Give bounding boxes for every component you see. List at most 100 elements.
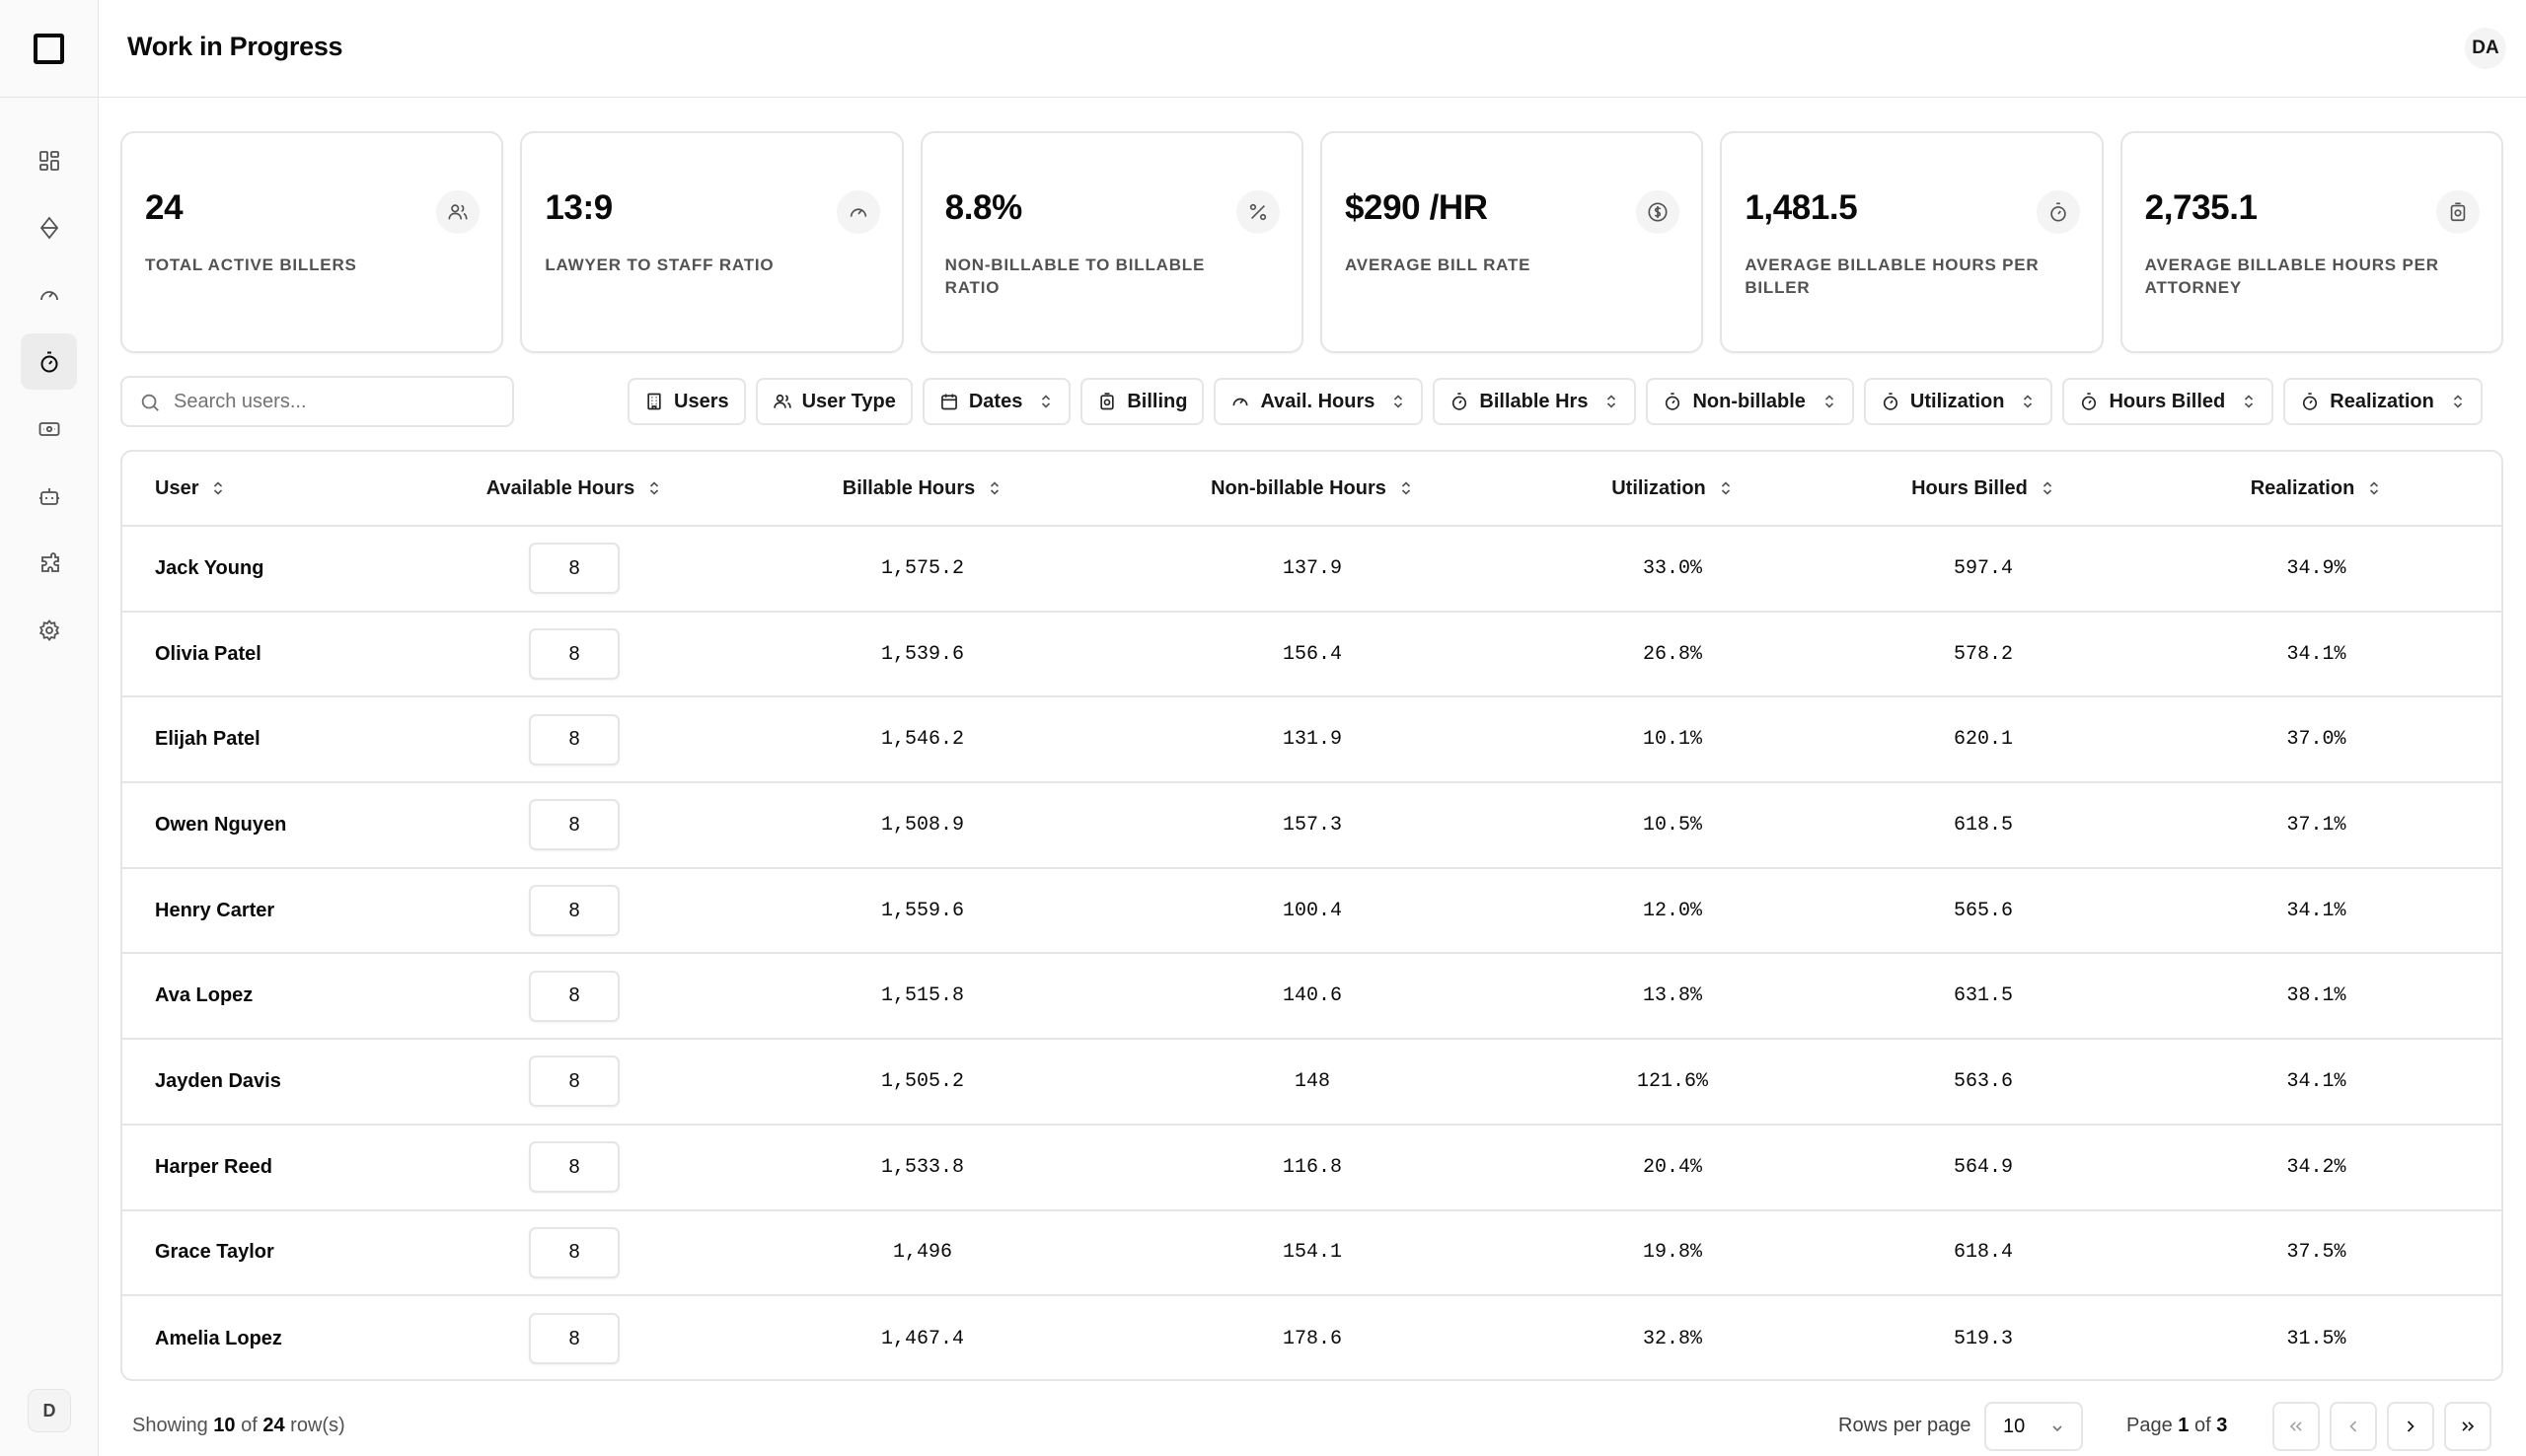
cell-available-hours: 8	[418, 1210, 730, 1296]
stat-card-active-billers: 24 TOTAL ACTIVE BILLERS	[120, 131, 504, 353]
sort-chevrons-icon	[1401, 481, 1410, 495]
cell-non-billable-hours: 154.1	[1282, 1241, 1342, 1265]
sidebar-item-gauge[interactable]	[21, 266, 77, 323]
column-header-billable-hours[interactable]: Billable Hours	[730, 452, 1115, 526]
cell-non-billable-hours: 178.6	[1282, 1327, 1342, 1350]
last-page-button[interactable]	[2444, 1402, 2491, 1451]
cell-realization: 34.9%	[2286, 556, 2346, 580]
cell-billable-hours: 1,467.4	[880, 1327, 964, 1350]
table-row[interactable]: Olivia Patel 8 1,539.6 156.4 26.8% 578.2 34.1%	[122, 611, 2501, 697]
filter-non-billable-button[interactable]: Non-billable	[1646, 378, 1854, 425]
filter-label: Users	[674, 390, 729, 412]
available-hours-input[interactable]: 8	[529, 628, 620, 681]
sort-chevrons-icon	[2245, 395, 2254, 408]
table-row[interactable]: Jayden Davis 8 1,505.2 148 121.6% 563.6 34.1%	[122, 1039, 2501, 1125]
table-row[interactable]: Jack Young 8 1,575.2 137.9 33.0% 597.4 34.9%	[122, 526, 2501, 612]
stat-value: 24	[145, 188, 184, 227]
available-hours-input[interactable]: 8	[529, 713, 620, 765]
cell-hours-billed: 564.9	[1953, 1155, 2013, 1179]
column-header-available-hours[interactable]: Available Hours	[418, 452, 730, 526]
sidebar: D	[0, 0, 99, 1456]
available-hours-input[interactable]: 8	[529, 885, 620, 937]
cell-realization: 38.1%	[2286, 984, 2346, 1008]
column-header-user[interactable]: User	[122, 452, 418, 526]
chevrons-left-icon	[2289, 1421, 2302, 1431]
cell-utilization: 13.8%	[1642, 984, 1702, 1008]
page-title: Work in Progress	[127, 32, 343, 61]
column-header-non-billable-hours[interactable]: Non-billable Hours	[1115, 452, 1510, 526]
settings-icon	[38, 619, 59, 641]
table-row[interactable]: Amelia Lopez 8 1,467.4 178.6 32.8% 519.3 31.5%	[122, 1295, 2501, 1379]
money-icon	[2435, 190, 2480, 234]
timer-icon	[2303, 393, 2318, 410]
table-row[interactable]: Grace Taylor 8 1,496 154.1 19.8% 618.4 37.5%	[122, 1209, 2501, 1296]
timer-icon	[2082, 393, 2097, 410]
cell-hours-billed: 618.4	[1953, 1241, 2013, 1265]
table-row[interactable]: Ava Lopez 8 1,515.8 140.6 13.8% 631.5 38.1%	[122, 953, 2501, 1039]
available-hours-input[interactable]: 8	[529, 1056, 620, 1108]
stat-value: 8.8%	[944, 188, 1023, 227]
filter-avail-hours-button[interactable]: Avail. Hours	[1214, 378, 1424, 425]
sidebar-item-timer[interactable]	[21, 333, 77, 390]
sidebar-item-puzzle[interactable]	[21, 535, 77, 591]
stat-value: 2,735.1	[2144, 188, 2258, 227]
cell-billable-hours: 1,508.9	[880, 813, 964, 837]
stat-cards: 24 TOTAL ACTIVE BILLERS 13:9 LAWYER TO S…	[120, 131, 2503, 353]
filter-realization-button[interactable]: Realization	[2283, 378, 2483, 425]
available-hours-input[interactable]: 8	[529, 1226, 620, 1278]
sort-chevrons-icon	[1042, 395, 1051, 408]
chevron-right-icon	[2407, 1420, 2415, 1432]
table-row[interactable]: Elijah Patel 8 1,546.2 131.9 10.1% 620.1 37.0%	[122, 696, 2501, 782]
sidebar-item-banknote[interactable]	[21, 400, 77, 457]
previous-page-button[interactable]	[2330, 1402, 2377, 1451]
cell-realization: 37.0%	[2286, 728, 2346, 752]
timer-icon	[1666, 393, 1680, 410]
available-hours-input[interactable]: 8	[529, 543, 620, 595]
user-avatar[interactable]: DA	[2465, 28, 2506, 69]
available-hours-input[interactable]: 8	[529, 1313, 620, 1365]
cell-hours-billed: 563.6	[1953, 1069, 2013, 1093]
filter-billable-hrs-button[interactable]: Billable Hrs	[1433, 378, 1637, 425]
table-row[interactable]: Owen Nguyen 8 1,508.9 157.3 10.5% 618.5 37.1%	[122, 782, 2501, 868]
cell-realization: 34.2%	[2286, 1155, 2346, 1179]
sidebar-item-dashboard[interactable]	[21, 132, 77, 188]
filter-label: Avail. Hours	[1260, 390, 1375, 412]
filter-hours-billed-button[interactable]: Hours Billed	[2062, 378, 2274, 425]
available-hours-input[interactable]: 8	[529, 970, 620, 1022]
first-page-button[interactable]	[2272, 1402, 2320, 1451]
filter-billing-button[interactable]: Billing	[1080, 378, 1205, 425]
next-page-button[interactable]	[2387, 1402, 2434, 1451]
cell-non-billable-hours: 137.9	[1282, 556, 1342, 580]
sidebar-item-bot[interactable]	[21, 468, 77, 524]
column-header-realization[interactable]: Realization	[2131, 452, 2501, 526]
filter-bar: Users User Type Dates Billing Avail. Hou…	[628, 378, 2483, 425]
page-indicator: Page 1 of 3	[2126, 1415, 2228, 1436]
users-icon	[773, 394, 791, 408]
stat-label: LAWYER TO STAFF RATIO	[545, 255, 775, 274]
filter-user-type-button[interactable]: User Type	[755, 378, 913, 425]
table-row[interactable]: Harper Reed 8 1,533.8 116.8 20.4% 564.9 34.2%	[122, 1124, 2501, 1210]
filter-utilization-button[interactable]: Utilization	[1863, 378, 2053, 425]
filter-users-button[interactable]: Users	[628, 378, 746, 425]
table-row[interactable]: Henry Carter 8 1,559.6 100.4 12.0% 565.6 34.1%	[122, 867, 2501, 954]
sidebar-user-avatar[interactable]: D	[28, 1389, 71, 1432]
column-header-utilization[interactable]: Utilization	[1510, 452, 1835, 526]
column-header-hours-billed[interactable]: Hours Billed	[1835, 452, 2131, 526]
stat-value: $290 /HR	[1344, 188, 1488, 227]
cell-available-hours: 8	[418, 526, 730, 612]
search-input[interactable]	[174, 390, 499, 413]
sidebar-item-diamond[interactable]	[21, 199, 77, 255]
cell-available-hours: 8	[418, 1295, 730, 1379]
cell-billable-hours: 1,539.6	[880, 642, 964, 666]
app-logo[interactable]	[34, 34, 64, 64]
sidebar-item-settings[interactable]	[21, 602, 77, 658]
cell-billable-hours: 1,496	[892, 1241, 952, 1265]
dollar-icon	[1636, 190, 1680, 234]
cell-hours-billed: 565.6	[1953, 899, 2013, 922]
chevron-down-icon	[2052, 1425, 2062, 1432]
available-hours-input[interactable]: 8	[529, 1141, 620, 1194]
rows-per-page-select[interactable]: 10	[1984, 1402, 2083, 1451]
filter-dates-button[interactable]: Dates	[922, 378, 1072, 425]
cell-utilization: 19.8%	[1642, 1241, 1702, 1265]
available-hours-input[interactable]: 8	[529, 799, 620, 851]
